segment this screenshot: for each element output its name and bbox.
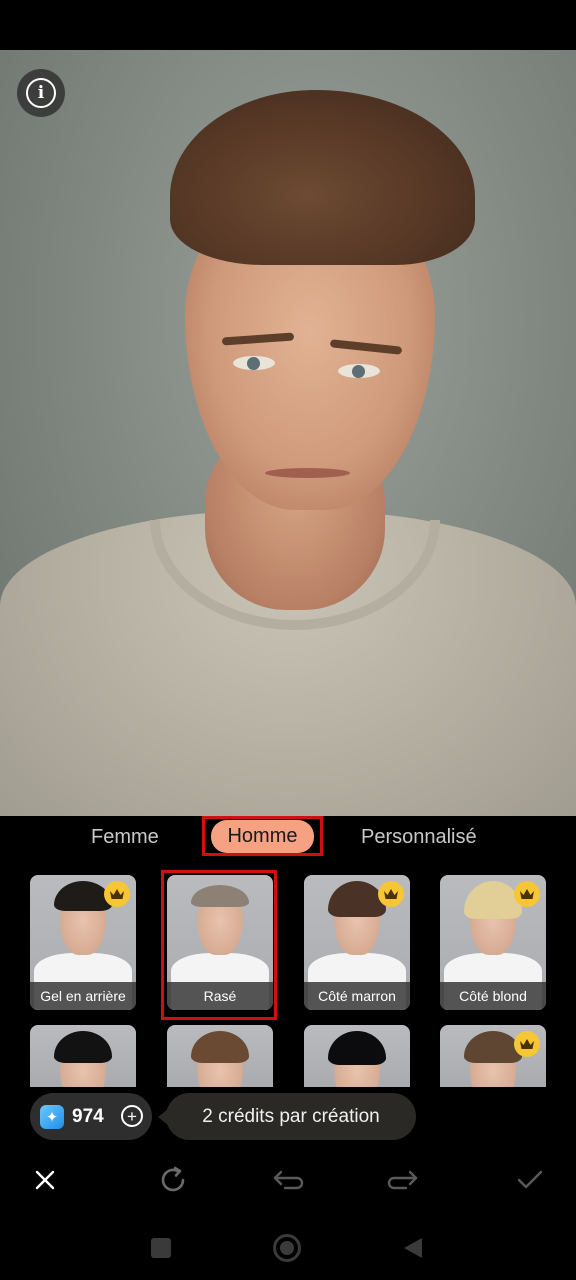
tile-hair xyxy=(54,1031,112,1063)
credits-count: 974 xyxy=(72,1105,104,1127)
tile-label: Côté blond xyxy=(440,982,546,1010)
style-tile-6[interactable] xyxy=(167,1025,273,1087)
tooltip-text: 2 crédits par création xyxy=(202,1105,380,1127)
system-navigation-bar xyxy=(0,1216,576,1280)
style-tile-5[interactable] xyxy=(30,1025,136,1087)
info-glyph: i xyxy=(37,82,45,103)
tab-personnalise[interactable]: Personnalisé xyxy=(361,826,477,849)
crown-icon xyxy=(514,1031,540,1057)
style-tile-8[interactable] xyxy=(440,1025,546,1087)
photo-right-eye xyxy=(338,364,380,378)
photo-mouth xyxy=(265,468,350,478)
tile-hair xyxy=(328,881,386,917)
recent-apps-icon[interactable] xyxy=(145,1232,177,1264)
tile-hair xyxy=(191,885,249,907)
crown-icon xyxy=(378,881,404,907)
tile-label: Gel en arrière xyxy=(30,982,136,1010)
style-tile-cote-marron[interactable]: Côté marron xyxy=(304,875,410,1010)
undo-icon[interactable] xyxy=(270,1162,306,1198)
check-icon[interactable] xyxy=(512,1162,548,1198)
tile-label: Rasé xyxy=(167,982,273,1010)
portrait-photo xyxy=(0,50,576,816)
tile-hair xyxy=(464,881,522,919)
crown-icon xyxy=(104,881,130,907)
close-icon[interactable] xyxy=(27,1162,63,1198)
style-tile-7[interactable] xyxy=(304,1025,410,1087)
credits-cost-tooltip: 2 crédits par création xyxy=(158,1093,416,1140)
tab-homme[interactable]: Homme xyxy=(211,819,314,853)
editor-toolbar xyxy=(0,1150,576,1210)
style-tile-cote-blond[interactable]: Côté blond xyxy=(440,875,546,1010)
tab-femme[interactable]: Femme xyxy=(91,826,159,849)
home-icon[interactable] xyxy=(271,1232,303,1264)
category-tabs: Femme Homme Personnalisé xyxy=(0,816,576,860)
back-icon[interactable] xyxy=(397,1232,429,1264)
photo-left-eye xyxy=(233,356,275,370)
tab-homme-highlight[interactable]: Homme xyxy=(202,816,323,856)
tile-hair xyxy=(328,1031,386,1065)
tile-label: Côté marron xyxy=(304,982,410,1010)
info-icon: i xyxy=(26,78,56,108)
info-button[interactable]: i xyxy=(17,69,65,117)
style-tile-rase[interactable]: Rasé xyxy=(167,875,273,1010)
crown-icon xyxy=(514,881,540,907)
tile-hair xyxy=(191,1031,249,1063)
credits-balance[interactable]: ✦ 974 + xyxy=(30,1093,152,1140)
style-tile-gel-en-arriere[interactable]: Gel en arrière xyxy=(30,875,136,1010)
plus-circle-icon[interactable]: + xyxy=(121,1105,143,1127)
tile-hair xyxy=(464,1031,522,1063)
gem-icon: ✦ xyxy=(40,1104,64,1129)
redo-icon[interactable] xyxy=(385,1162,421,1198)
refresh-icon[interactable] xyxy=(155,1162,191,1198)
